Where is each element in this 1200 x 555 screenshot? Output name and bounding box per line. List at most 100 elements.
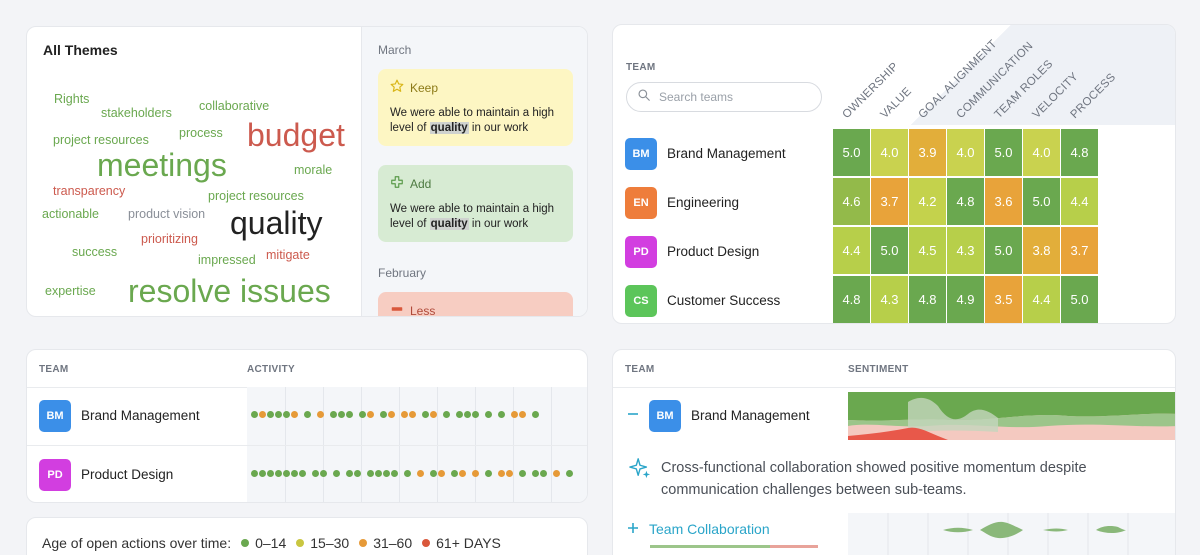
- sparkle-icon: [629, 457, 651, 501]
- theme-word[interactable]: process: [179, 127, 223, 140]
- team-name: Customer Success: [667, 293, 781, 308]
- team-column-header: TEAM: [625, 364, 655, 375]
- activity-dot: [451, 470, 458, 477]
- theme-word[interactable]: collaborative: [199, 100, 269, 113]
- score-cell[interactable]: 4.4: [833, 227, 871, 275]
- score-cell[interactable]: 3.8: [1023, 227, 1061, 275]
- score-cell[interactable]: 4.8: [909, 276, 947, 323]
- theme-word[interactable]: mitigate: [266, 249, 310, 262]
- theme-word[interactable]: project resources: [208, 190, 304, 203]
- score-cell[interactable]: 4.9: [947, 276, 985, 323]
- score-cell[interactable]: 4.6: [833, 178, 871, 226]
- score-cell[interactable]: 4.0: [947, 129, 985, 177]
- activity-dot: [330, 411, 337, 418]
- theme-word[interactable]: Rights: [54, 93, 89, 106]
- highlight: quality: [429, 218, 469, 230]
- score-cell[interactable]: 4.4: [1061, 178, 1099, 226]
- theme-word[interactable]: quality: [230, 207, 323, 239]
- expand-icon[interactable]: [627, 521, 639, 537]
- activity-dot: [438, 470, 445, 477]
- activity-row[interactable]: BM Brand Management: [27, 391, 247, 440]
- score-cell[interactable]: 4.3: [947, 227, 985, 275]
- theme-word[interactable]: success: [72, 246, 117, 259]
- theme-word[interactable]: stakeholders: [101, 107, 172, 120]
- less-note[interactable]: Less: [378, 292, 573, 316]
- score-cell[interactable]: 5.0: [985, 227, 1023, 275]
- activity-row[interactable]: PD Product Design: [27, 450, 247, 499]
- theme-expander[interactable]: Team Collaboration: [627, 521, 770, 537]
- score-cell[interactable]: 4.3: [871, 276, 909, 323]
- score-cell[interactable]: 5.0: [871, 227, 909, 275]
- score-cell[interactable]: 4.8: [833, 276, 871, 323]
- activity-dot: [291, 470, 298, 477]
- team-row[interactable]: EN Engineering: [613, 178, 833, 227]
- score-cell[interactable]: 5.0: [833, 129, 871, 177]
- score-cell[interactable]: 3.7: [1061, 227, 1099, 275]
- team-avatar: EN: [625, 186, 657, 219]
- add-note[interactable]: Add We were able to maintain a high leve…: [378, 165, 573, 242]
- activity-dot: [346, 411, 353, 418]
- theme-word[interactable]: expertise: [45, 285, 96, 298]
- activity-dot: [401, 411, 408, 418]
- keep-note[interactable]: Keep We were able to maintain a high lev…: [378, 69, 573, 146]
- activity-dot: [359, 411, 366, 418]
- theme-word[interactable]: impressed: [198, 254, 256, 267]
- team-name: Engineering: [667, 195, 740, 210]
- legend-item: 31–60: [359, 535, 412, 551]
- activity-dot: [267, 470, 274, 477]
- activity-dot: [532, 411, 539, 418]
- theme-word[interactable]: prioritizing: [141, 233, 198, 246]
- score-cell[interactable]: 5.0: [1023, 178, 1061, 226]
- legend-card: Age of open actions over time: 0–14 15–3…: [26, 517, 588, 555]
- score-cell[interactable]: 3.9: [909, 129, 947, 177]
- activity-dot: [333, 470, 340, 477]
- score-cell[interactable]: 4.4: [1023, 276, 1061, 323]
- legend-item: 15–30: [296, 535, 349, 551]
- collapse-icon[interactable]: [627, 407, 639, 425]
- theme-word[interactable]: project resources: [53, 134, 149, 147]
- team-avatar: PD: [39, 458, 71, 491]
- theme-word[interactable]: morale: [294, 164, 332, 177]
- theme-word[interactable]: meetings: [97, 149, 227, 181]
- activity-dot: [519, 411, 526, 418]
- team-row[interactable]: PD Product Design: [613, 227, 833, 276]
- score-cell[interactable]: 3.6: [985, 178, 1023, 226]
- activity-dot: [459, 470, 466, 477]
- theme-word[interactable]: product vision: [128, 208, 205, 221]
- activity-dot: [506, 470, 513, 477]
- score-cell[interactable]: 4.5: [909, 227, 947, 275]
- team-column-header: TEAM: [626, 62, 656, 73]
- activity-dot: [498, 470, 505, 477]
- month-label: February: [378, 266, 427, 280]
- activity-dot: [388, 411, 395, 418]
- sentiment-row[interactable]: BM Brand Management: [613, 391, 843, 440]
- score-cell[interactable]: 4.0: [1023, 129, 1061, 177]
- team-matrix-card: TEAM OWNERSHIPVALUEGOAL ALIGNMENTCOMMUNI…: [612, 24, 1176, 324]
- activity-dot: [346, 470, 353, 477]
- sentiment-card: TEAM SENTIMENT BM Brand Management Cross…: [612, 349, 1176, 555]
- theme-sparkline: [848, 513, 1175, 555]
- activity-dot: [430, 470, 437, 477]
- insight: Cross-functional collaboration showed po…: [629, 457, 1149, 501]
- score-cell[interactable]: 4.8: [1061, 129, 1099, 177]
- theme-word[interactable]: budget: [247, 119, 345, 151]
- theme-word[interactable]: actionable: [42, 208, 99, 221]
- team-avatar: BM: [649, 399, 681, 432]
- score-cell[interactable]: 5.0: [1061, 276, 1099, 323]
- score-cell[interactable]: 4.8: [947, 178, 985, 226]
- team-name: Brand Management: [81, 408, 200, 423]
- score-cell[interactable]: 4.2: [909, 178, 947, 226]
- score-cell[interactable]: 4.0: [871, 129, 909, 177]
- score-cell[interactable]: 3.5: [985, 276, 1023, 323]
- theme-underline: [650, 545, 818, 548]
- star-icon: [390, 79, 404, 96]
- theme-word[interactable]: transparency: [53, 185, 125, 198]
- score-cell[interactable]: 3.7: [871, 178, 909, 226]
- search-box[interactable]: [626, 82, 822, 112]
- team-row[interactable]: CS Customer Success: [613, 276, 833, 323]
- activity-dot: [283, 411, 290, 418]
- search-input[interactable]: [659, 90, 809, 104]
- score-cell[interactable]: 5.0: [985, 129, 1023, 177]
- theme-word[interactable]: resolve issues: [128, 275, 331, 307]
- team-row[interactable]: BM Brand Management: [613, 129, 833, 178]
